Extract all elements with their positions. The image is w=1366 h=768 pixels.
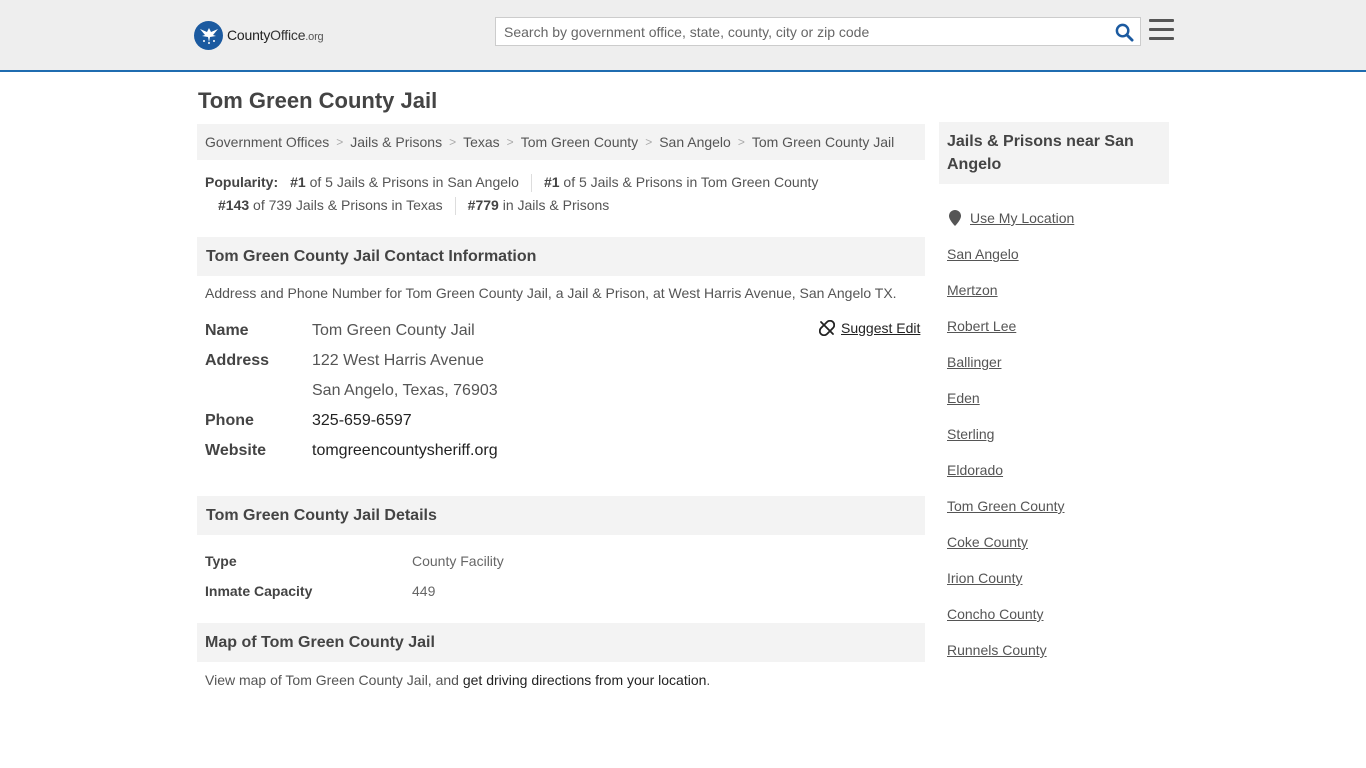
nearby-list: Use My Location San Angelo Mertzon Rober… <box>947 200 1169 668</box>
phone-link[interactable]: 325-659-6597 <box>312 412 412 429</box>
use-my-location-link[interactable]: Use My Location <box>970 210 1074 226</box>
table-row: Inmate Capacity 449 <box>205 576 925 606</box>
list-item: Runnels County <box>947 632 1169 668</box>
list-item: Eden <box>947 380 1169 416</box>
sidebar-link-coke-county[interactable]: Coke County <box>947 534 1028 550</box>
list-item: Use My Location <box>947 200 1169 236</box>
list-item: Robert Lee <box>947 308 1169 344</box>
capacity-value: 449 <box>412 583 436 599</box>
map-description: View map of Tom Green County Jail, and g… <box>205 672 711 688</box>
phone-label: Phone <box>205 412 254 429</box>
popularity-item: #1 of 5 Jails & Prisons in Tom Green Cou… <box>543 174 819 190</box>
sidebar-link-sterling[interactable]: Sterling <box>947 426 994 442</box>
name-row: Name Tom Green County Jail <box>205 316 925 346</box>
breadcrumb: Government Offices > Jails & Prisons > T… <box>197 124 925 160</box>
table-row: Type County Facility <box>205 546 925 576</box>
popularity-item: #143 of 739 Jails & Prisons in Texas <box>218 197 443 213</box>
sidebar-link-san-angelo[interactable]: San Angelo <box>947 246 1019 262</box>
chevron-right-icon: > <box>737 135 745 149</box>
type-value: County Facility <box>412 553 504 569</box>
sidebar-link-irion-county[interactable]: Irion County <box>947 570 1022 586</box>
list-item: Coke County <box>947 524 1169 560</box>
website-label: Website <box>205 442 267 459</box>
chevron-right-icon: > <box>336 135 344 149</box>
page-title: Tom Green County Jail <box>198 88 438 113</box>
search-input[interactable] <box>496 18 1106 45</box>
sidebar-link-mertzon[interactable]: Mertzon <box>947 282 998 298</box>
address-row: Address 122 West Harris Avenue <box>205 346 925 376</box>
list-item: Mertzon <box>947 272 1169 308</box>
search-icon <box>1115 23 1134 42</box>
details-table: Type County Facility Inmate Capacity 449 <box>205 546 925 606</box>
list-item: Ballinger <box>947 344 1169 380</box>
chevron-right-icon: > <box>449 135 457 149</box>
type-label: Type <box>205 553 237 569</box>
address-line2: San Angelo, Texas, 76903 <box>312 382 498 399</box>
breadcrumb-san-angelo[interactable]: San Angelo <box>659 134 731 150</box>
breadcrumb-tom-green-county[interactable]: Tom Green County <box>521 134 639 150</box>
sidebar-link-runnels-county[interactable]: Runnels County <box>947 642 1047 658</box>
address-row-2: San Angelo, Texas, 76903 <box>205 376 925 406</box>
driving-directions-link[interactable]: get driving directions from your locatio… <box>463 672 707 688</box>
address-line1: 122 West Harris Avenue <box>312 352 484 369</box>
logo-link[interactable]: CountyOffice.org <box>194 20 324 50</box>
capacity-label: Inmate Capacity <box>205 583 313 599</box>
map-heading: Map of Tom Green County Jail <box>197 623 925 662</box>
chevron-right-icon: > <box>645 135 653 149</box>
map-pin-icon <box>949 210 961 226</box>
list-item: Concho County <box>947 596 1169 632</box>
sidebar-link-eldorado[interactable]: Eldorado <box>947 462 1003 478</box>
list-item: Irion County <box>947 560 1169 596</box>
sidebar-link-tom-green-county[interactable]: Tom Green County <box>947 498 1065 514</box>
breadcrumb-jails-prisons[interactable]: Jails & Prisons <box>350 134 442 150</box>
hamburger-menu-icon[interactable] <box>1149 19 1175 43</box>
top-bar: CountyOffice.org <box>0 0 1366 72</box>
breadcrumb-texas[interactable]: Texas <box>463 134 500 150</box>
eagle-logo-icon <box>194 20 223 50</box>
sidebar-link-ballinger[interactable]: Ballinger <box>947 354 1001 370</box>
list-item: Sterling <box>947 416 1169 452</box>
popularity-item: #779 in Jails & Prisons <box>467 197 610 213</box>
sidebar-link-eden[interactable]: Eden <box>947 390 980 406</box>
divider <box>530 173 532 192</box>
logo-text: CountyOffice.org <box>227 27 324 43</box>
contact-heading: Tom Green County Jail Contact Informatio… <box>197 237 925 276</box>
popularity: Popularity: #1 of 5 Jails & Prisons in S… <box>205 171 925 217</box>
popularity-item: #1 of 5 Jails & Prisons in San Angelo <box>290 174 519 190</box>
list-item: Tom Green County <box>947 488 1169 524</box>
list-item: Eldorado <box>947 452 1169 488</box>
list-item: San Angelo <box>947 236 1169 272</box>
sidebar-heading: Jails & Prisons near San Angelo <box>939 122 1169 184</box>
phone-row: Phone 325-659-6597 <box>205 406 925 436</box>
name-label: Name <box>205 322 249 339</box>
details-heading: Tom Green County Jail Details <box>197 496 925 535</box>
name-value: Tom Green County Jail <box>312 322 475 339</box>
website-row: Website tomgreencountysheriff.org <box>205 436 925 466</box>
chevron-right-icon: > <box>506 135 514 149</box>
website-link[interactable]: tomgreencountysheriff.org <box>312 442 498 459</box>
sidebar-link-concho-county[interactable]: Concho County <box>947 606 1044 622</box>
search-box <box>495 17 1141 46</box>
breadcrumb-current: Tom Green County Jail <box>751 134 895 150</box>
search-button[interactable] <box>1112 21 1136 43</box>
breadcrumb-government-offices[interactable]: Government Offices <box>205 134 329 150</box>
address-label: Address <box>205 352 270 369</box>
contact-description: Address and Phone Number for Tom Green C… <box>205 285 897 301</box>
popularity-label: Popularity: <box>205 174 279 190</box>
sidebar-link-robert-lee[interactable]: Robert Lee <box>947 318 1016 334</box>
divider <box>454 196 456 215</box>
contact-table: Name Tom Green County Jail Address 122 W… <box>205 316 925 466</box>
